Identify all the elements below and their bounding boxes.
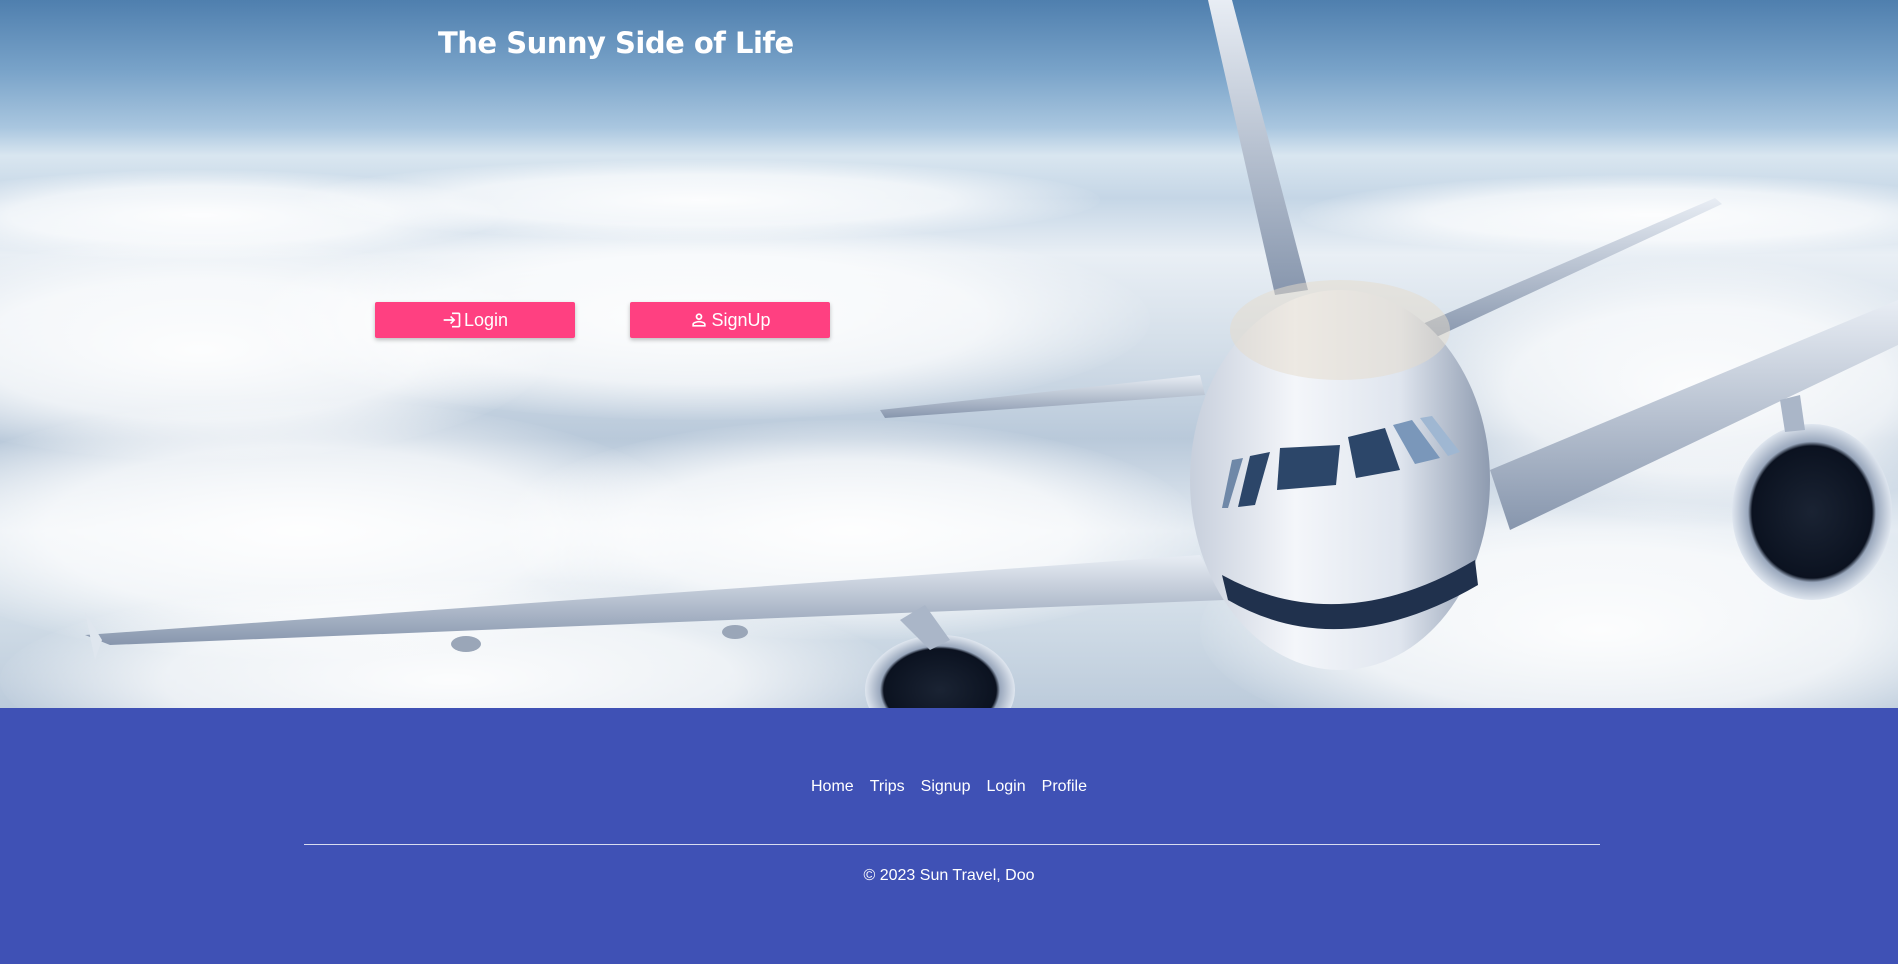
signup-button-label: SignUp bbox=[711, 309, 771, 330]
login-icon bbox=[443, 312, 461, 328]
footer: Home Trips Signup Login Profile © 2023 S… bbox=[0, 708, 1898, 964]
footer-link-profile[interactable]: Profile bbox=[1042, 778, 1087, 796]
footer-link-signup[interactable]: Signup bbox=[921, 778, 971, 796]
signup-button[interactable]: SignUp bbox=[630, 302, 830, 338]
person-icon bbox=[692, 313, 707, 327]
copyright-text: © 2023 Sun Travel, Doo bbox=[863, 867, 1035, 884]
footer-divider bbox=[304, 844, 1600, 845]
login-button[interactable]: Login bbox=[375, 302, 575, 338]
footer-link-trips[interactable]: Trips bbox=[870, 778, 905, 796]
footer-link-home[interactable]: Home bbox=[811, 778, 854, 796]
footer-link-login[interactable]: Login bbox=[986, 778, 1025, 796]
site-title: The Sunny Side of Life bbox=[438, 26, 794, 60]
login-button-label: Login bbox=[463, 309, 509, 330]
airplane-image bbox=[85, 0, 1898, 708]
footer-nav: Home Trips Signup Login Profile bbox=[0, 778, 1898, 796]
hero-section: The Sunny Side of Life Login SignUp bbox=[0, 0, 1898, 708]
